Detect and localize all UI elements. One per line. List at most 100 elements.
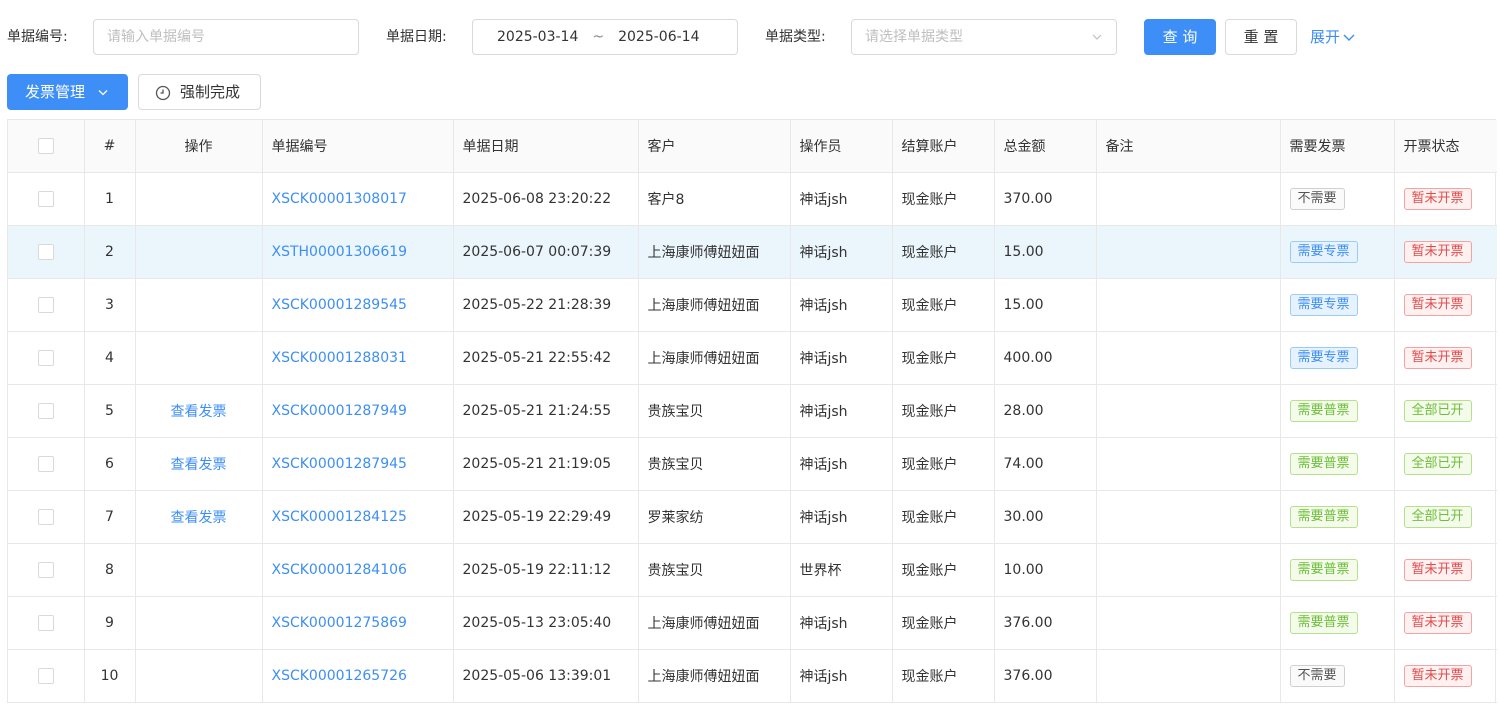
row-checkbox[interactable] bbox=[37, 296, 54, 313]
header-customer[interactable]: 客户 bbox=[638, 120, 791, 173]
row-checkbox[interactable] bbox=[37, 190, 54, 207]
table-row[interactable]: 8 XSCK00001284106 2025-05-19 22:11:12 贵族宝贝世… bbox=[8, 543, 1497, 597]
force-complete-button[interactable]: 强制完成 bbox=[138, 74, 261, 110]
table-row[interactable]: 9 XSCK00001275869 2025-05-13 23:05:40 上海康师傅… bbox=[8, 596, 1497, 650]
doc-no-link[interactable]: XSCK00001287949 bbox=[272, 403, 407, 419]
row-index: 4 bbox=[84, 331, 136, 385]
row-doc-no-cell: XSCK00001289545 bbox=[262, 278, 454, 332]
row-checkbox[interactable] bbox=[37, 508, 54, 525]
row-index: 2 bbox=[84, 225, 136, 279]
row-customer: 贵族宝贝 bbox=[638, 384, 791, 438]
doc-no-link[interactable]: XSCK00001288031 bbox=[272, 350, 407, 366]
doc-no-input[interactable]: 请输入单据编号 bbox=[93, 19, 359, 55]
row-checkbox[interactable] bbox=[37, 402, 54, 419]
row-account: 现金账户 bbox=[892, 437, 995, 491]
row-amount: 370.00 bbox=[994, 172, 1097, 226]
table-row[interactable]: 5 查看发票 XSCK00001287949 2025-05-21 21:24:55 贵… bbox=[8, 384, 1497, 438]
table-row[interactable]: 1 XSCK00001308017 2025-06-08 23:20:22 客户8 神话… bbox=[8, 172, 1497, 226]
row-checkbox[interactable] bbox=[37, 561, 54, 578]
row-account: 现金账户 bbox=[892, 384, 995, 438]
header-operator[interactable]: 操作员 bbox=[790, 120, 893, 173]
row-checkbox[interactable] bbox=[37, 667, 54, 684]
row-amount: 10.00 bbox=[994, 543, 1097, 597]
row-select-cell[interactable] bbox=[8, 278, 85, 332]
row-doc-no-cell: XSCK00001284106 bbox=[262, 543, 454, 597]
row-select-cell[interactable] bbox=[8, 649, 85, 703]
table-row[interactable]: 6 查看发票 XSCK00001287945 2025-05-21 21:19:05 贵… bbox=[8, 437, 1497, 491]
row-select-cell[interactable] bbox=[8, 437, 85, 491]
row-invoice-status-cell: 暂未开票 bbox=[1394, 225, 1497, 279]
header-invoice-status[interactable]: 开票状态 bbox=[1394, 120, 1497, 173]
table-row[interactable]: 4 XSCK00001288031 2025-05-21 22:55:42 上海康师傅… bbox=[8, 331, 1497, 385]
view-invoice-link[interactable]: 查看发票 bbox=[171, 457, 227, 473]
doc-no-label: 单据编号: bbox=[7, 29, 68, 45]
type-select[interactable]: 请选择单据类型 bbox=[851, 19, 1117, 55]
doc-no-link[interactable]: XSCK00001265726 bbox=[272, 668, 407, 684]
row-customer: 贵族宝贝 bbox=[638, 437, 791, 491]
doc-no-link[interactable]: XSCK00001284106 bbox=[272, 562, 407, 578]
header-select-all[interactable] bbox=[8, 120, 85, 173]
table-row[interactable]: 3 XSCK00001289545 2025-05-22 21:28:39 上海康师傅… bbox=[8, 278, 1497, 332]
row-customer: 客户8 bbox=[638, 172, 791, 226]
doc-no-link[interactable]: XSCK00001289545 bbox=[272, 297, 407, 313]
date-separator: ~ bbox=[592, 29, 605, 45]
expand-label: 展开 bbox=[1310, 28, 1341, 46]
query-button[interactable]: 查 询 bbox=[1144, 19, 1216, 55]
header-doc-no[interactable]: 单据编号 bbox=[262, 120, 454, 173]
row-select-cell[interactable] bbox=[8, 490, 85, 544]
header-date[interactable]: 单据日期 bbox=[453, 120, 639, 173]
need-invoice-badge: 需要专票 bbox=[1289, 240, 1358, 263]
doc-no-link[interactable]: XSCK00001275869 bbox=[272, 615, 407, 631]
date-end[interactable]: 2025-06-14 bbox=[618, 20, 699, 54]
doc-no-link[interactable]: XSCK00001308017 bbox=[272, 191, 407, 207]
row-checkbox[interactable] bbox=[37, 243, 54, 260]
reset-button[interactable]: 重 置 bbox=[1225, 19, 1297, 55]
need-invoice-badge: 需要普票 bbox=[1289, 558, 1358, 581]
invoice-status-badge: 暂未开票 bbox=[1403, 611, 1472, 634]
row-select-cell[interactable] bbox=[8, 172, 85, 226]
row-select-cell[interactable] bbox=[8, 543, 85, 597]
header-amount[interactable]: 总金额 bbox=[994, 120, 1097, 173]
row-doc-no-cell: XSCK00001287945 bbox=[262, 437, 454, 491]
row-select-cell[interactable] bbox=[8, 384, 85, 438]
row-operator: 神话jsh bbox=[790, 437, 893, 491]
row-action-cell bbox=[135, 172, 263, 226]
view-invoice-link[interactable]: 查看发票 bbox=[171, 510, 227, 526]
row-checkbox[interactable] bbox=[37, 455, 54, 472]
doc-no-link[interactable]: XSTH00001306619 bbox=[272, 244, 408, 260]
need-invoice-badge: 需要普票 bbox=[1289, 399, 1358, 422]
table-row[interactable]: 10 XSCK00001265726 2025-05-06 13:39:01 上海康师… bbox=[8, 649, 1497, 703]
row-date: 2025-05-21 22:55:42 bbox=[453, 331, 639, 385]
table-header-row: # 操作 单据编号 单据日期 客户 操作员 结算账户 总金额 备注 需要发票 开… bbox=[8, 120, 1497, 173]
select-all-checkbox[interactable] bbox=[37, 137, 54, 154]
row-select-cell[interactable] bbox=[8, 331, 85, 385]
filter-bar: 单据编号: 请输入单据编号 单据日期: 2025-03-14 ~2025-06-1… bbox=[0, 19, 1500, 55]
need-invoice-badge: 需要普票 bbox=[1289, 611, 1358, 634]
invoice-management-dropdown[interactable]: 发票管理 bbox=[7, 74, 128, 110]
type-label: 单据类型: bbox=[765, 29, 826, 45]
doc-no-link[interactable]: XSCK00001287945 bbox=[272, 456, 407, 472]
clock-icon bbox=[155, 85, 171, 101]
table-row[interactable]: 2 XSTH00001306619 2025-06-07 00:07:39 上海康师傅… bbox=[8, 225, 1497, 279]
invoice-status-badge: 暂未开票 bbox=[1403, 664, 1472, 687]
row-remark bbox=[1096, 331, 1281, 385]
row-checkbox[interactable] bbox=[37, 614, 54, 631]
doc-no-link[interactable]: XSCK00001284125 bbox=[272, 509, 407, 525]
view-invoice-link[interactable]: 查看发票 bbox=[171, 404, 227, 420]
date-start[interactable]: 2025-03-14 bbox=[497, 20, 578, 54]
expand-link[interactable]: 展开 bbox=[1310, 19, 1355, 55]
need-invoice-badge: 不需要 bbox=[1289, 187, 1345, 210]
row-checkbox[interactable] bbox=[37, 349, 54, 366]
need-invoice-badge: 需要专票 bbox=[1289, 346, 1358, 369]
row-remark bbox=[1096, 384, 1281, 438]
header-remark[interactable]: 备注 bbox=[1096, 120, 1281, 173]
invoice-status-badge: 暂未开票 bbox=[1403, 293, 1472, 316]
row-index: 5 bbox=[84, 384, 136, 438]
row-select-cell[interactable] bbox=[8, 225, 85, 279]
header-need-invoice[interactable]: 需要发票 bbox=[1280, 120, 1395, 173]
header-account[interactable]: 结算账户 bbox=[892, 120, 995, 173]
row-select-cell[interactable] bbox=[8, 596, 85, 650]
row-amount: 30.00 bbox=[994, 490, 1097, 544]
table-row[interactable]: 7 查看发票 XSCK00001284125 2025-05-19 22:29:49 罗… bbox=[8, 490, 1497, 544]
date-range-picker[interactable]: 2025-03-14 ~2025-06-14 bbox=[472, 19, 738, 55]
